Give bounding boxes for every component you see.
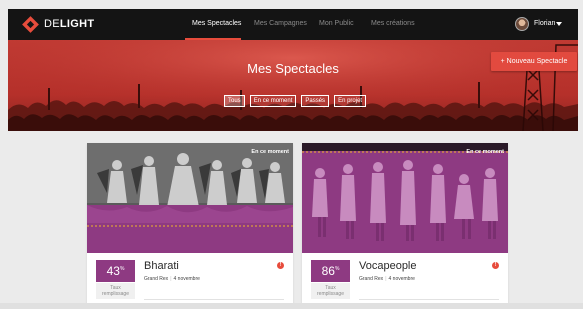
divider — [144, 299, 284, 300]
show-card[interactable]: En ce moment 86% Taux remplissage Vocapeo… — [302, 143, 508, 309]
new-show-button[interactable]: + Nouveau Spectacle — [491, 52, 577, 71]
filter-group: Tous En ce moment Passés En projet — [224, 95, 367, 107]
app-frame: DELIGHT Mes Spectacles Mes Campagnes Mon… — [0, 0, 583, 309]
fill-rate-label: Taux remplissage — [96, 283, 135, 299]
user-name[interactable]: Florian — [534, 20, 555, 27]
show-image: En ce moment — [302, 143, 508, 253]
filter-passes[interactable]: Passés — [301, 95, 330, 107]
show-card[interactable]: En ce moment 43% Taux remplissage Bharati… — [87, 143, 293, 309]
fill-rate-value: 43% — [96, 260, 135, 282]
delight-logo-icon[interactable] — [22, 16, 39, 33]
fill-rate-label: Taux remplissage — [311, 283, 350, 299]
page-bottom-edge — [0, 303, 583, 309]
nav-item-mes-spectacles[interactable]: Mes Spectacles — [192, 20, 241, 27]
status-badge: En ce moment — [466, 149, 504, 155]
show-meta: Grand Rex | 4 novembre — [359, 276, 415, 282]
nav-item-mon-public[interactable]: Mon Public — [319, 20, 354, 27]
show-meta: Grand Rex | 4 novembre — [144, 276, 200, 282]
fill-rate-value: 86% — [311, 260, 350, 282]
show-name[interactable]: Vocapeople — [359, 260, 417, 272]
info-icon[interactable]: ! — [492, 262, 499, 269]
filter-en-projet[interactable]: En projet — [334, 95, 367, 107]
status-badge: En ce moment — [251, 149, 289, 155]
show-image: En ce moment — [87, 143, 293, 253]
show-name[interactable]: Bharati — [144, 260, 179, 272]
nav-item-mes-creations[interactable]: Mes créations — [371, 20, 415, 27]
top-navbar: DELIGHT Mes Spectacles Mes Campagnes Mon… — [8, 9, 578, 40]
filter-tous[interactable]: Tous — [224, 95, 245, 107]
info-icon[interactable]: ! — [277, 262, 284, 269]
nav-item-mes-campagnes[interactable]: Mes Campagnes — [254, 20, 307, 27]
divider — [359, 299, 499, 300]
brand-name[interactable]: DELIGHT — [44, 18, 94, 30]
caret-down-icon[interactable] — [556, 22, 562, 26]
user-avatar[interactable] — [515, 17, 529, 31]
filter-en-ce-moment[interactable]: En ce moment — [249, 95, 297, 107]
